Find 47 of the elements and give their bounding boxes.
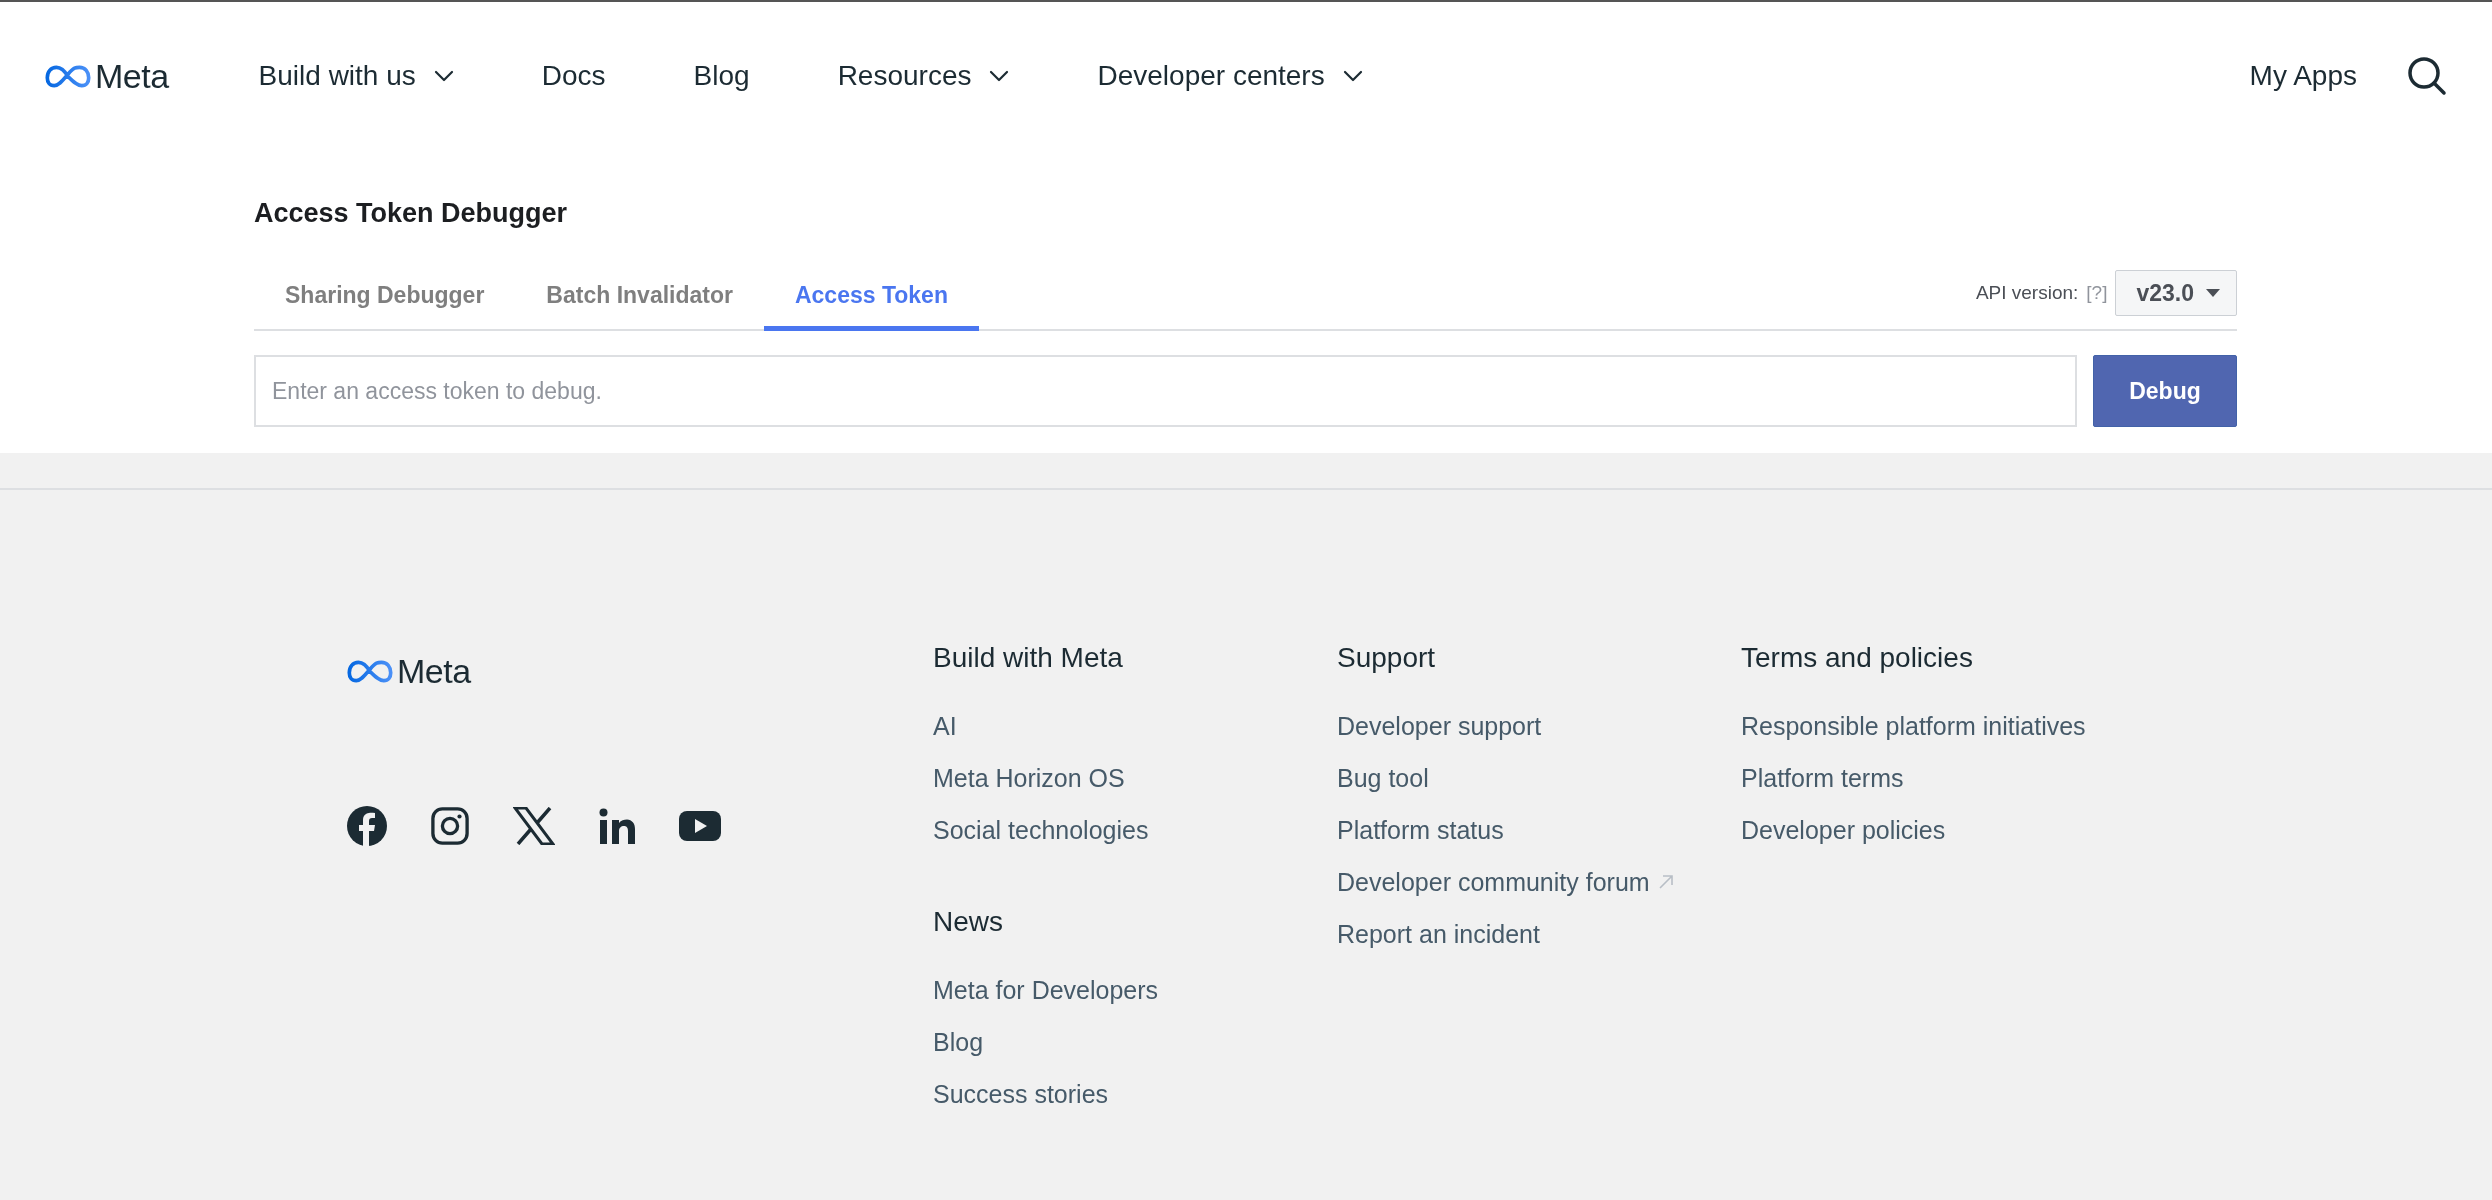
logo-text: Meta [397, 652, 471, 691]
triangle-down-icon [2206, 289, 2220, 297]
youtube-icon[interactable] [679, 811, 721, 841]
nav-item[interactable]: Developer centers [1097, 60, 1363, 92]
nav-item[interactable]: Build with us [258, 60, 454, 92]
api-version-dropdown[interactable]: v23.0 [2115, 270, 2237, 316]
nav-item[interactable]: Resources [837, 60, 1010, 92]
footer-link[interactable]: AI [933, 710, 1337, 742]
linkedin-icon[interactable] [599, 808, 635, 844]
footer-link[interactable]: Meta for Developers [933, 974, 1337, 1006]
api-version-label: API version: [1975, 282, 2079, 304]
chevron-down-icon [433, 70, 454, 82]
footer-heading: Terms and policies [1741, 642, 1974, 674]
footer-link[interactable]: Blog [933, 1026, 1337, 1058]
my-apps-link[interactable]: My Apps [2249, 60, 2357, 92]
instagram-icon[interactable] [431, 807, 469, 845]
infinity-logo-icon [45, 64, 91, 88]
footer-heading: Support [1337, 642, 1437, 674]
chevron-down-icon [1342, 70, 1363, 82]
tab[interactable]: Sharing Debugger [254, 259, 516, 331]
logo-text: Meta [95, 56, 169, 96]
nav-item[interactable]: Docs [541, 60, 606, 92]
footer-link[interactable]: Developer policies [1741, 814, 2145, 846]
debug-button[interactable]: Debug [2093, 355, 2237, 427]
chevron-down-icon [989, 70, 1010, 82]
tab[interactable]: Batch Invalidator [515, 259, 764, 331]
nav-item[interactable]: Blog [693, 60, 750, 92]
search-icon[interactable] [2407, 56, 2447, 96]
footer-link[interactable]: Developer support [1337, 710, 1741, 742]
footer-link[interactable]: Report an incident [1337, 918, 1741, 950]
footer-link[interactable]: Success stories [933, 1078, 1337, 1110]
external-link-icon [1657, 874, 1674, 890]
access-token-field[interactable]: Enter an access token to debug. [254, 355, 2077, 427]
footer-link[interactable]: Meta Horizon OS [933, 762, 1337, 794]
footer-link[interactable]: Bug tool [1337, 762, 1741, 794]
footer-link[interactable]: Social technologies [933, 814, 1337, 846]
footer-link[interactable]: Responsible platform initiatives [1741, 710, 2145, 742]
footer-link[interactable]: Platform status [1337, 814, 1741, 846]
footer-link[interactable]: Developer community forum [1337, 866, 1741, 898]
infinity-logo-icon [347, 660, 393, 683]
footer-link[interactable]: Platform terms [1741, 762, 2145, 794]
page-title: Access Token Debugger [254, 197, 569, 229]
footer-heading: Build with Meta [933, 642, 1124, 674]
facebook-icon[interactable] [347, 806, 387, 846]
footer-heading: News [933, 906, 1004, 938]
tab[interactable]: Access Token [763, 259, 979, 331]
x-icon[interactable] [513, 807, 555, 845]
